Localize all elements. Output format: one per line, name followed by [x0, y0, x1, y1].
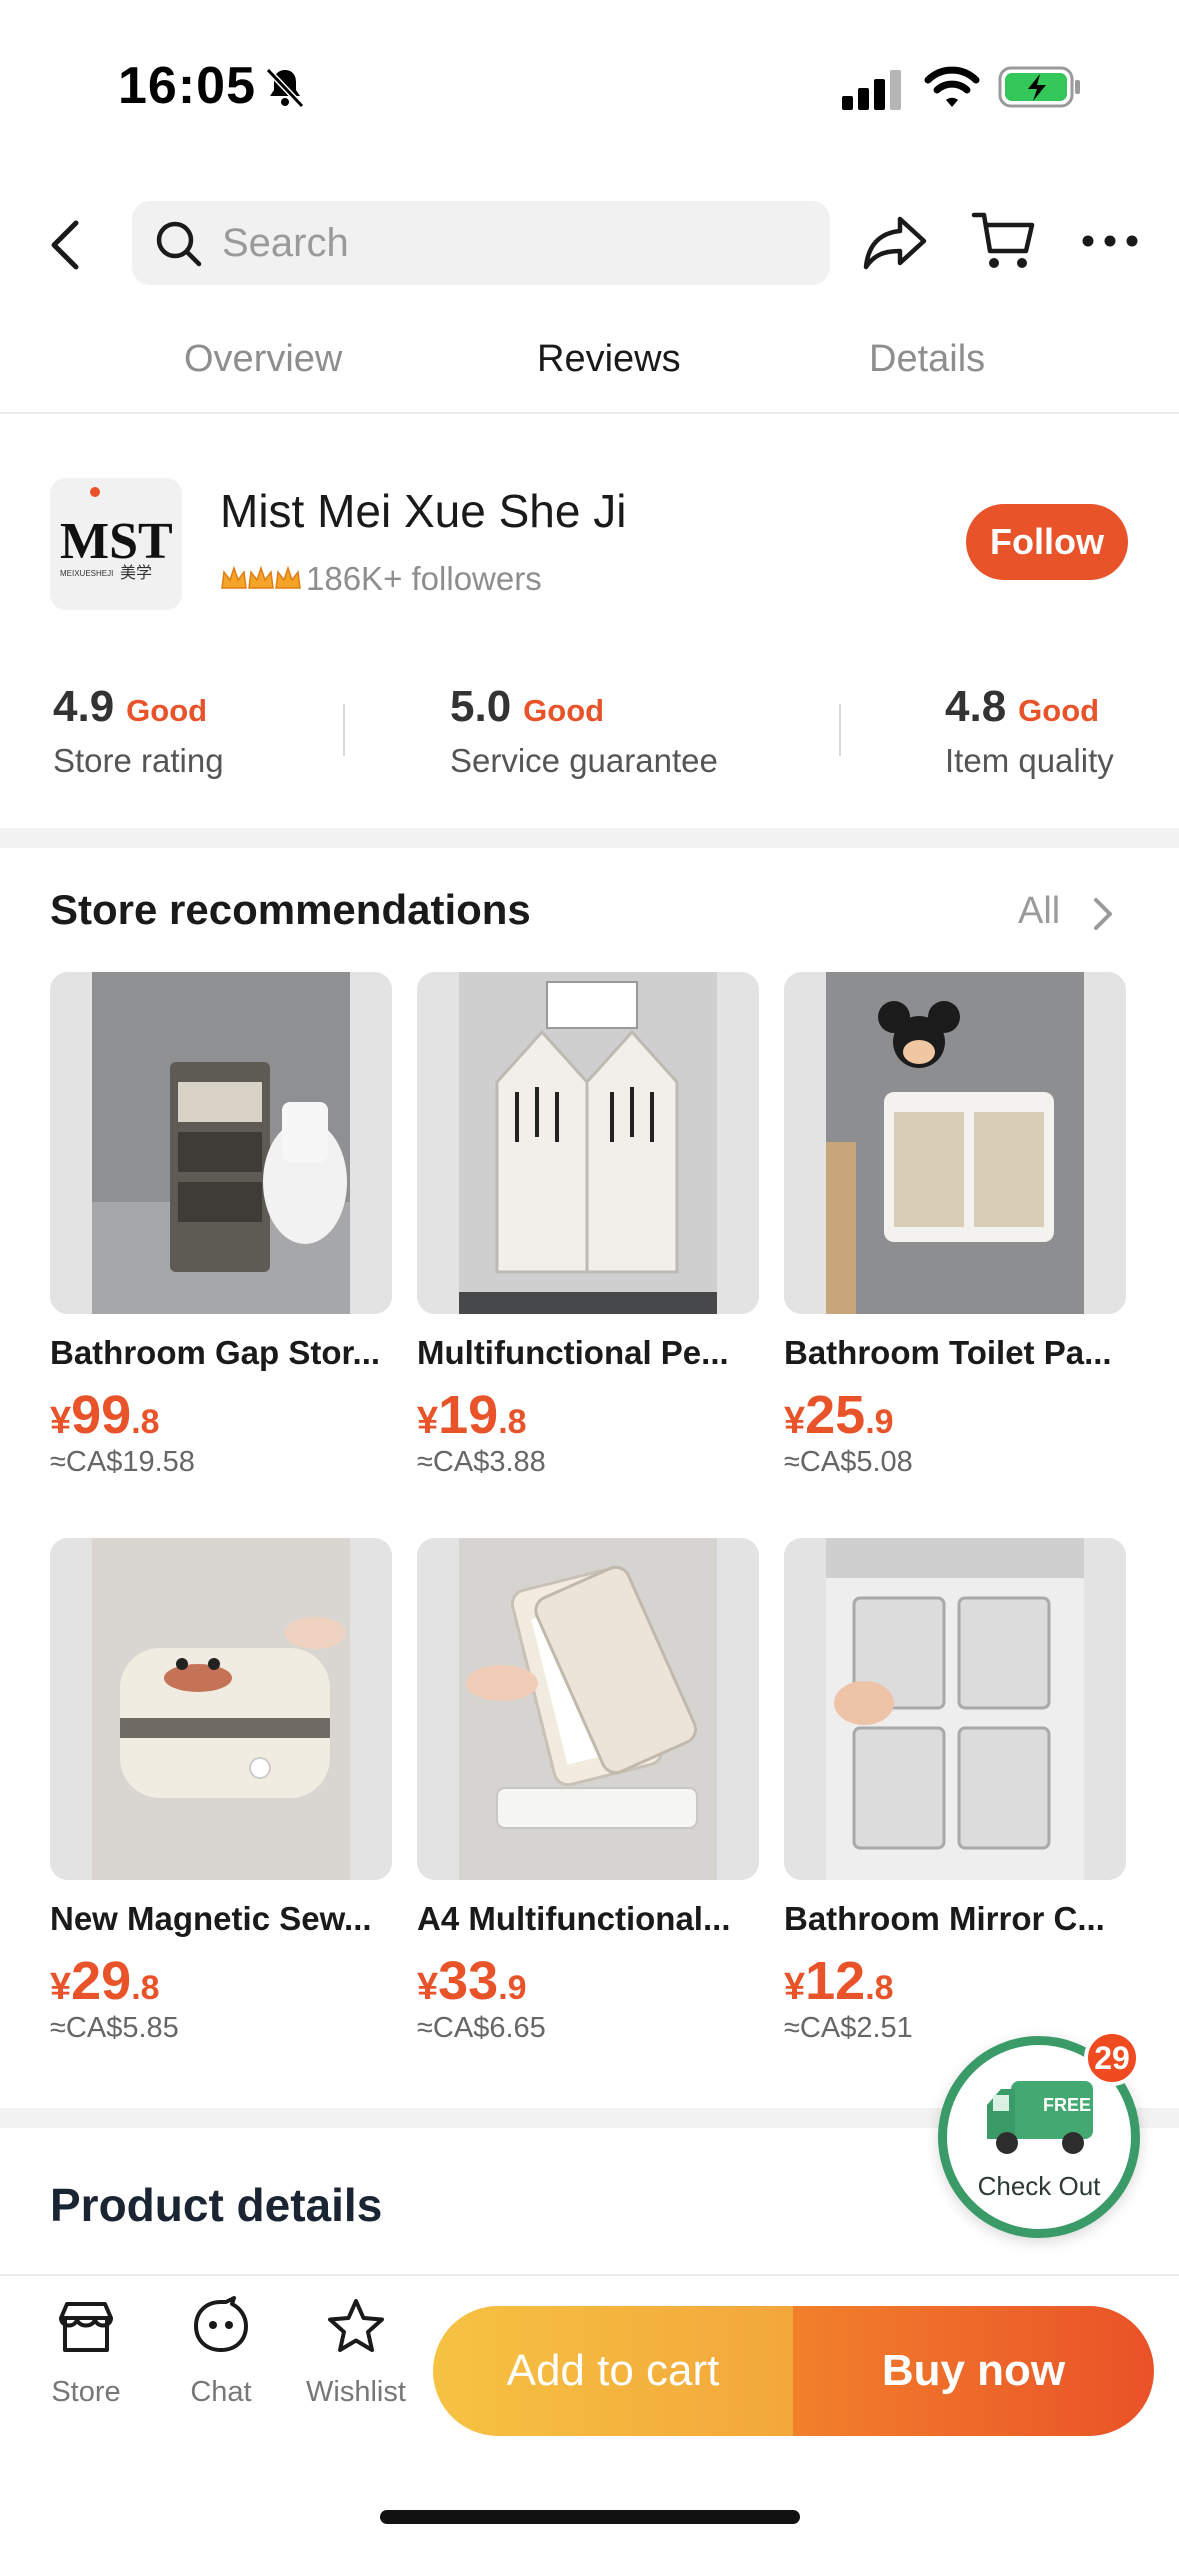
product-price-converted: ≈CA$2.51 [784, 2012, 913, 2044]
svg-text:MEIXUESHEJI: MEIXUESHEJI [60, 569, 113, 578]
status-time: 16:05 [118, 57, 256, 115]
rating-value: 4.8 [945, 682, 1007, 731]
product-image[interactable] [784, 1538, 1126, 1880]
product-price-converted: ≈CA$6.65 [417, 2012, 546, 2044]
product-price-converted: ≈CA$3.88 [417, 1446, 546, 1478]
product-image[interactable] [417, 972, 759, 1314]
tab-overview[interactable]: Overview [184, 338, 342, 381]
see-all-link[interactable]: All [1018, 890, 1060, 933]
chat-icon [194, 2296, 248, 2352]
chevron-right-icon[interactable] [1090, 896, 1116, 932]
search-input[interactable]: Search [132, 201, 830, 285]
cart-count-badge: 29 [1084, 2030, 1140, 2086]
product-image[interactable] [417, 1538, 759, 1880]
product-image[interactable] [50, 1538, 392, 1880]
chat-label: Chat [190, 2376, 252, 2408]
store-card: MST MEIXUESHEJI 美学 Mist Mei Xue She Ji 1… [0, 414, 1179, 828]
store-button[interactable]: Store [26, 2296, 146, 2409]
back-arrow-icon[interactable] [44, 217, 88, 273]
wifi-icon [924, 66, 980, 107]
divider [343, 704, 345, 756]
share-icon[interactable] [862, 213, 928, 273]
product-details-title: Product details [50, 2179, 383, 2231]
product-card[interactable]: Bathroom Toilet Pa... ¥25.9 ≈CA$5.08 [784, 972, 1126, 1479]
buy-now-button[interactable]: Buy now [793, 2306, 1154, 2436]
product-card[interactable]: Bathroom Gap Stor... ¥99.8 ≈CA$19.58 [50, 972, 392, 1479]
follower-count: 186K+ followers [306, 560, 542, 597]
product-name: New Magnetic Sew... [50, 1900, 372, 1937]
delivery-truck-icon: FREE [987, 2081, 1093, 2154]
store-rating: 4.9 Good Store rating [53, 682, 224, 780]
product-price: ¥19.8 [417, 1385, 527, 1445]
home-indicator[interactable] [380, 2510, 800, 2524]
product-price: ¥33.9 [417, 1951, 527, 2011]
more-options-icon[interactable] [1080, 223, 1140, 259]
section-tabs: Overview Reviews Details [0, 330, 1179, 414]
product-card[interactable]: A4 Multifunctional... ¥33.9 ≈CA$6.65 [417, 1538, 759, 2045]
product-name: Multifunctional Pe... [417, 1334, 729, 1371]
store-logo-image: MST MEIXUESHEJI 美学 [50, 478, 182, 610]
rating-value: 5.0 [450, 682, 512, 731]
product-price: ¥12.8 [784, 1951, 894, 2011]
search-icon [156, 221, 202, 267]
product-card[interactable]: Bathroom Mirror C... ¥12.8 ≈CA$2.51 [784, 1538, 1126, 2045]
product-image[interactable] [50, 972, 392, 1314]
product-name: A4 Multifunctional... [417, 1900, 731, 1937]
cellular-signal-icon [842, 70, 901, 110]
recommendations-title: Store recommendations [50, 886, 531, 933]
checkout-label: Check Out [977, 2171, 1101, 2201]
product-name: Bathroom Mirror C... [784, 1900, 1105, 1937]
product-price-converted: ≈CA$19.58 [50, 1446, 195, 1478]
store-label: Store [51, 2376, 121, 2408]
divider [839, 704, 841, 756]
product-price: ¥25.9 [784, 1385, 894, 1445]
battery-charging-icon [998, 66, 1080, 108]
rating-label: Item quality [945, 742, 1114, 779]
search-placeholder: Search [222, 221, 349, 265]
product-card[interactable]: New Magnetic Sew... ¥29.8 ≈CA$5.85 [50, 1538, 392, 2045]
svg-text:美学: 美学 [120, 563, 152, 582]
wishlist-button[interactable]: Wishlist [296, 2296, 416, 2409]
store-icon [59, 2302, 113, 2352]
product-price: ¥99.8 [50, 1385, 160, 1445]
crown-rank-icon [221, 565, 301, 589]
rating-badge: Good [126, 693, 208, 728]
svg-text:FREE: FREE [1043, 2095, 1091, 2115]
tab-details[interactable]: Details [869, 338, 985, 381]
follow-button[interactable]: Follow [966, 504, 1128, 580]
rating-label: Store rating [53, 742, 224, 779]
purchase-buttons: Add to cart Buy now [433, 2306, 1154, 2436]
rating-badge: Good [523, 693, 605, 728]
product-price: ¥29.8 [50, 1951, 160, 2011]
bell-slash-icon [265, 67, 305, 109]
star-icon [328, 2299, 384, 2352]
rating-label: Service guarantee [450, 742, 718, 779]
item-quality-rating: 4.8 Good Item quality [945, 682, 1114, 780]
service-rating: 5.0 Good Service guarantee [450, 682, 718, 780]
product-card[interactable]: Multifunctional Pe... ¥19.8 ≈CA$3.88 [417, 972, 759, 1479]
rating-value: 4.9 [53, 682, 115, 731]
tab-reviews[interactable]: Reviews [537, 338, 681, 381]
wishlist-label: Wishlist [306, 2376, 406, 2408]
rating-badge: Good [1018, 693, 1100, 728]
store-logo[interactable]: MST MEIXUESHEJI 美学 [50, 478, 182, 610]
product-price-converted: ≈CA$5.85 [50, 2012, 179, 2044]
product-name: Bathroom Toilet Pa... [784, 1334, 1112, 1371]
top-nav: Search [0, 195, 1179, 295]
chat-button[interactable]: Chat [161, 2296, 281, 2409]
store-name[interactable]: Mist Mei Xue She Ji [220, 484, 626, 538]
add-to-cart-button[interactable]: Add to cart [433, 2306, 793, 2436]
section-divider [0, 828, 1179, 848]
cart-icon[interactable] [970, 207, 1036, 273]
status-bar: 16:05 [0, 0, 1179, 170]
product-price-converted: ≈CA$5.08 [784, 1446, 913, 1478]
product-image[interactable] [784, 972, 1126, 1314]
svg-text:MST: MST [60, 513, 173, 570]
product-name: Bathroom Gap Stor... [50, 1334, 381, 1371]
